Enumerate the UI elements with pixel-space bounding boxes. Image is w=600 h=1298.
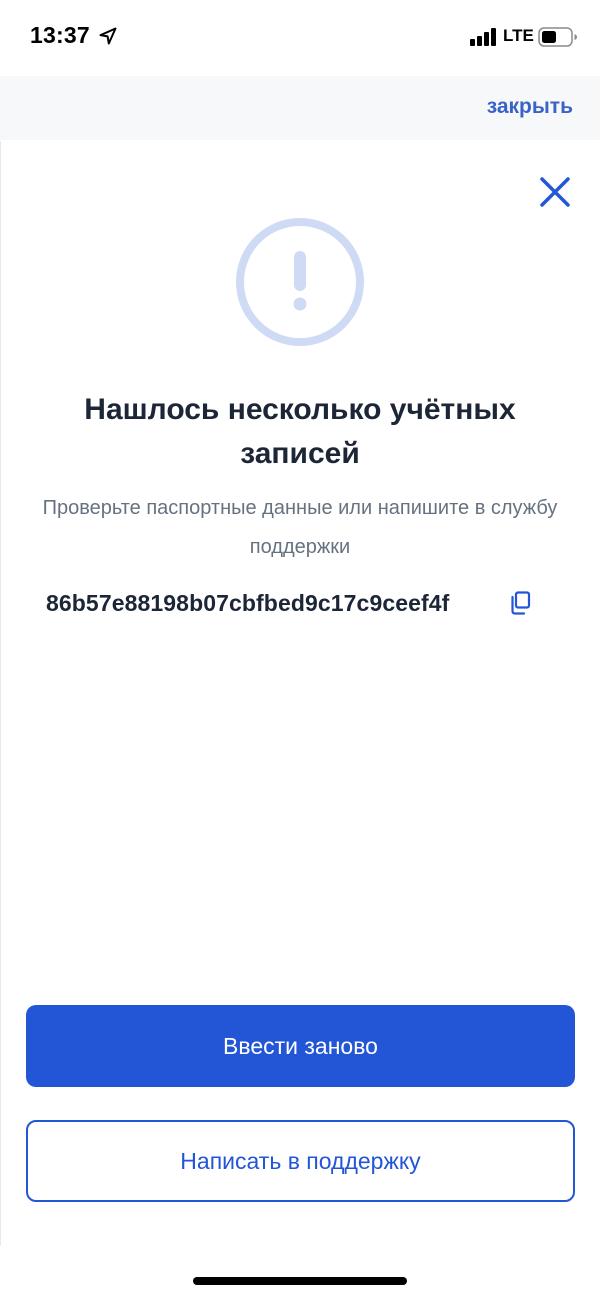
close-icon[interactable] <box>536 173 574 211</box>
status-time: 13:37 <box>30 22 90 48</box>
exclamation-circle-icon <box>236 218 364 346</box>
page-title: Нашлось несколько учётных записей <box>84 393 516 470</box>
home-indicator <box>193 1277 407 1285</box>
contact-support-button-label: Написать в поддержку <box>180 1147 421 1174</box>
retry-button[interactable]: Ввести заново <box>26 1005 575 1087</box>
page-subtitle: Проверьте паспортные данные или напишите… <box>42 497 558 558</box>
network-type-label: LTE <box>503 26 534 45</box>
location-arrow-icon <box>99 27 117 45</box>
copy-icon[interactable] <box>509 591 531 615</box>
retry-button-label: Ввести заново <box>223 1032 378 1059</box>
battery-icon <box>538 27 577 47</box>
status-bar: 13:37 LTE <box>0 0 600 76</box>
signal-bars-icon <box>470 28 496 46</box>
contact-support-button[interactable]: Написать в поддержку <box>26 1120 575 1202</box>
close-link[interactable]: закрыть <box>487 95 573 119</box>
error-code: 86b57e88198b07cbfbed9c17c9ceef4f <box>46 590 450 616</box>
